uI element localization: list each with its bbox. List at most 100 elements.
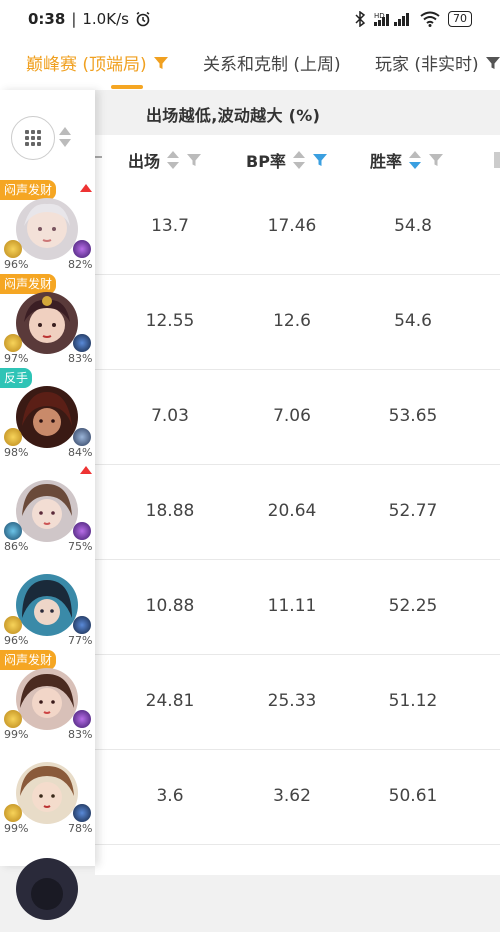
sort-icon[interactable]: [292, 150, 306, 170]
cell-appear: 12.55: [145, 311, 195, 331]
hero-cell[interactable]: 99% 78%: [0, 744, 95, 838]
trend-up-icon: [80, 184, 92, 192]
skill-badge-icon: [73, 240, 91, 258]
status-time: 0:38: [28, 10, 66, 28]
cell-bp: 20.64: [267, 501, 317, 521]
tab-players[interactable]: 玩家 (非实时): [375, 50, 500, 75]
hero-column: 闷声发财 96% 82% 闷声发财 97% 83% 反手 98% 84% 86%…: [0, 90, 95, 920]
hero-pct-left: 86%: [4, 540, 29, 553]
cell-win: 50.61: [388, 786, 438, 806]
column-label: 出场: [128, 152, 161, 171]
cell-bp: 25.33: [267, 691, 317, 711]
hero-pct-left: 99%: [4, 822, 29, 835]
hero-pct-left: 98%: [4, 446, 29, 459]
sort-desc-icon[interactable]: [408, 150, 422, 170]
cell-win: 52.77: [388, 501, 438, 521]
status-right: HD 70: [354, 11, 472, 27]
skill-badge-icon: [73, 334, 91, 352]
hero-cell[interactable]: 86% 75%: [0, 462, 95, 556]
column-win-rate[interactable]: 胜率: [370, 148, 444, 172]
hero-avatar: [16, 292, 78, 354]
hero-tag: 闷声发财: [0, 650, 57, 670]
hero-pct-left: 99%: [4, 728, 29, 741]
column-label: 胜率: [370, 152, 403, 171]
tab-peak-match[interactable]: 巅峰赛 (顶端局): [26, 50, 169, 75]
hero-cell-partial[interactable]: [0, 838, 95, 932]
hero-pct-right: 84%: [68, 446, 93, 459]
hero-avatar: [16, 198, 78, 260]
table-row-partial[interactable]: [95, 845, 500, 875]
status-left: 0:38 | 1.0K/s: [28, 10, 151, 28]
battery-icon: 70: [448, 11, 472, 27]
cell-bp: 11.11: [267, 596, 317, 616]
cell-win: 53.65: [388, 406, 438, 426]
hero-pct-left: 96%: [4, 634, 29, 647]
table-note: 出场越低,波动越大 (%): [146, 106, 321, 125]
column-appear[interactable]: 出场: [128, 148, 202, 172]
trend-up-icon: [80, 466, 92, 474]
skill-badge-icon: [73, 522, 91, 540]
hero-pct-right: 75%: [68, 540, 93, 553]
cell-win: 54.8: [394, 216, 432, 236]
sort-icon[interactable]: [166, 150, 180, 170]
hero-pct-left: 96%: [4, 258, 29, 271]
hero-avatar: [16, 858, 78, 920]
rank-badge-icon: [4, 804, 22, 822]
hero-pct-left: 97%: [4, 352, 29, 365]
hero-cell[interactable]: 反手 98% 84%: [0, 368, 95, 462]
rank-badge-icon: [4, 522, 22, 540]
grid-view-button[interactable]: [11, 116, 55, 160]
hero-cell[interactable]: 96% 77%: [0, 556, 95, 650]
battery-level: 70: [453, 12, 467, 25]
table-row[interactable]: 12.55 12.6 54.6: [95, 275, 500, 370]
hero-cell[interactable]: 闷声发财 97% 83%: [0, 274, 95, 368]
bluetooth-icon: [355, 11, 366, 27]
table-row[interactable]: 3.6 3.62 50.61: [95, 750, 500, 845]
column-label: BP率: [246, 152, 286, 171]
cell-win: 52.25: [388, 596, 438, 616]
tab-relations[interactable]: 关系和克制 (上周): [203, 50, 341, 75]
table-row[interactable]: 10.88 11.11 52.25: [95, 560, 500, 655]
cell-appear: 24.81: [145, 691, 195, 711]
table-row[interactable]: 18.88 20.64 52.77: [95, 465, 500, 560]
active-tab-indicator: [111, 85, 143, 89]
hero-pct-right: 83%: [68, 728, 93, 741]
tab-label: 关系和克制 (上周): [203, 55, 341, 75]
skill-badge-icon: [73, 428, 91, 446]
filter-icon[interactable]: [186, 152, 202, 168]
status-speed: 1.0K/s: [82, 10, 129, 28]
filter-icon[interactable]: [485, 55, 500, 71]
tab-label: 巅峰赛 (顶端局): [26, 55, 147, 75]
hero-pct-right: 78%: [68, 822, 93, 835]
rank-badge-icon: [4, 616, 22, 634]
cell-appear: 10.88: [145, 596, 195, 616]
hero-avatar: [16, 480, 78, 542]
rank-badge-icon: [4, 710, 22, 728]
table-row[interactable]: 24.81 25.33 51.12: [95, 655, 500, 750]
rank-badge-icon: [4, 240, 22, 258]
cell-appear: 7.03: [151, 406, 189, 426]
sort-icon[interactable]: [58, 126, 72, 148]
next-column-hint: [494, 152, 500, 168]
hero-cell[interactable]: 闷声发财 96% 82%: [0, 180, 95, 274]
filter-icon[interactable]: [428, 152, 444, 168]
hero-tag: 闷声发财: [0, 180, 57, 200]
skill-badge-icon: [73, 616, 91, 634]
hero-pct-right: 83%: [68, 352, 93, 365]
cell-bp: 3.62: [273, 786, 311, 806]
hero-tag: 闷声发财: [0, 274, 57, 294]
cell-bp: 7.06: [273, 406, 311, 426]
cell-signal-icon: HD: [374, 12, 409, 26]
skill-badge-icon: [73, 804, 91, 822]
table-row[interactable]: 13.7 17.46 54.8: [95, 180, 500, 275]
filter-icon[interactable]: [312, 152, 328, 168]
scroll-hint-icon: [95, 156, 102, 158]
tab-bar: 巅峰赛 (顶端局) 关系和克制 (上周) 玩家 (非实时): [0, 40, 500, 90]
alarm-icon: [136, 11, 150, 27]
column-bp-rate[interactable]: BP率: [246, 148, 328, 172]
tab-label: 玩家 (非实时): [375, 55, 479, 75]
hero-cell[interactable]: 闷声发财 99% 83%: [0, 650, 95, 744]
filter-icon[interactable]: [153, 55, 169, 71]
table-row[interactable]: 7.03 7.06 53.65: [95, 370, 500, 465]
hero-pct-right: 82%: [68, 258, 93, 271]
